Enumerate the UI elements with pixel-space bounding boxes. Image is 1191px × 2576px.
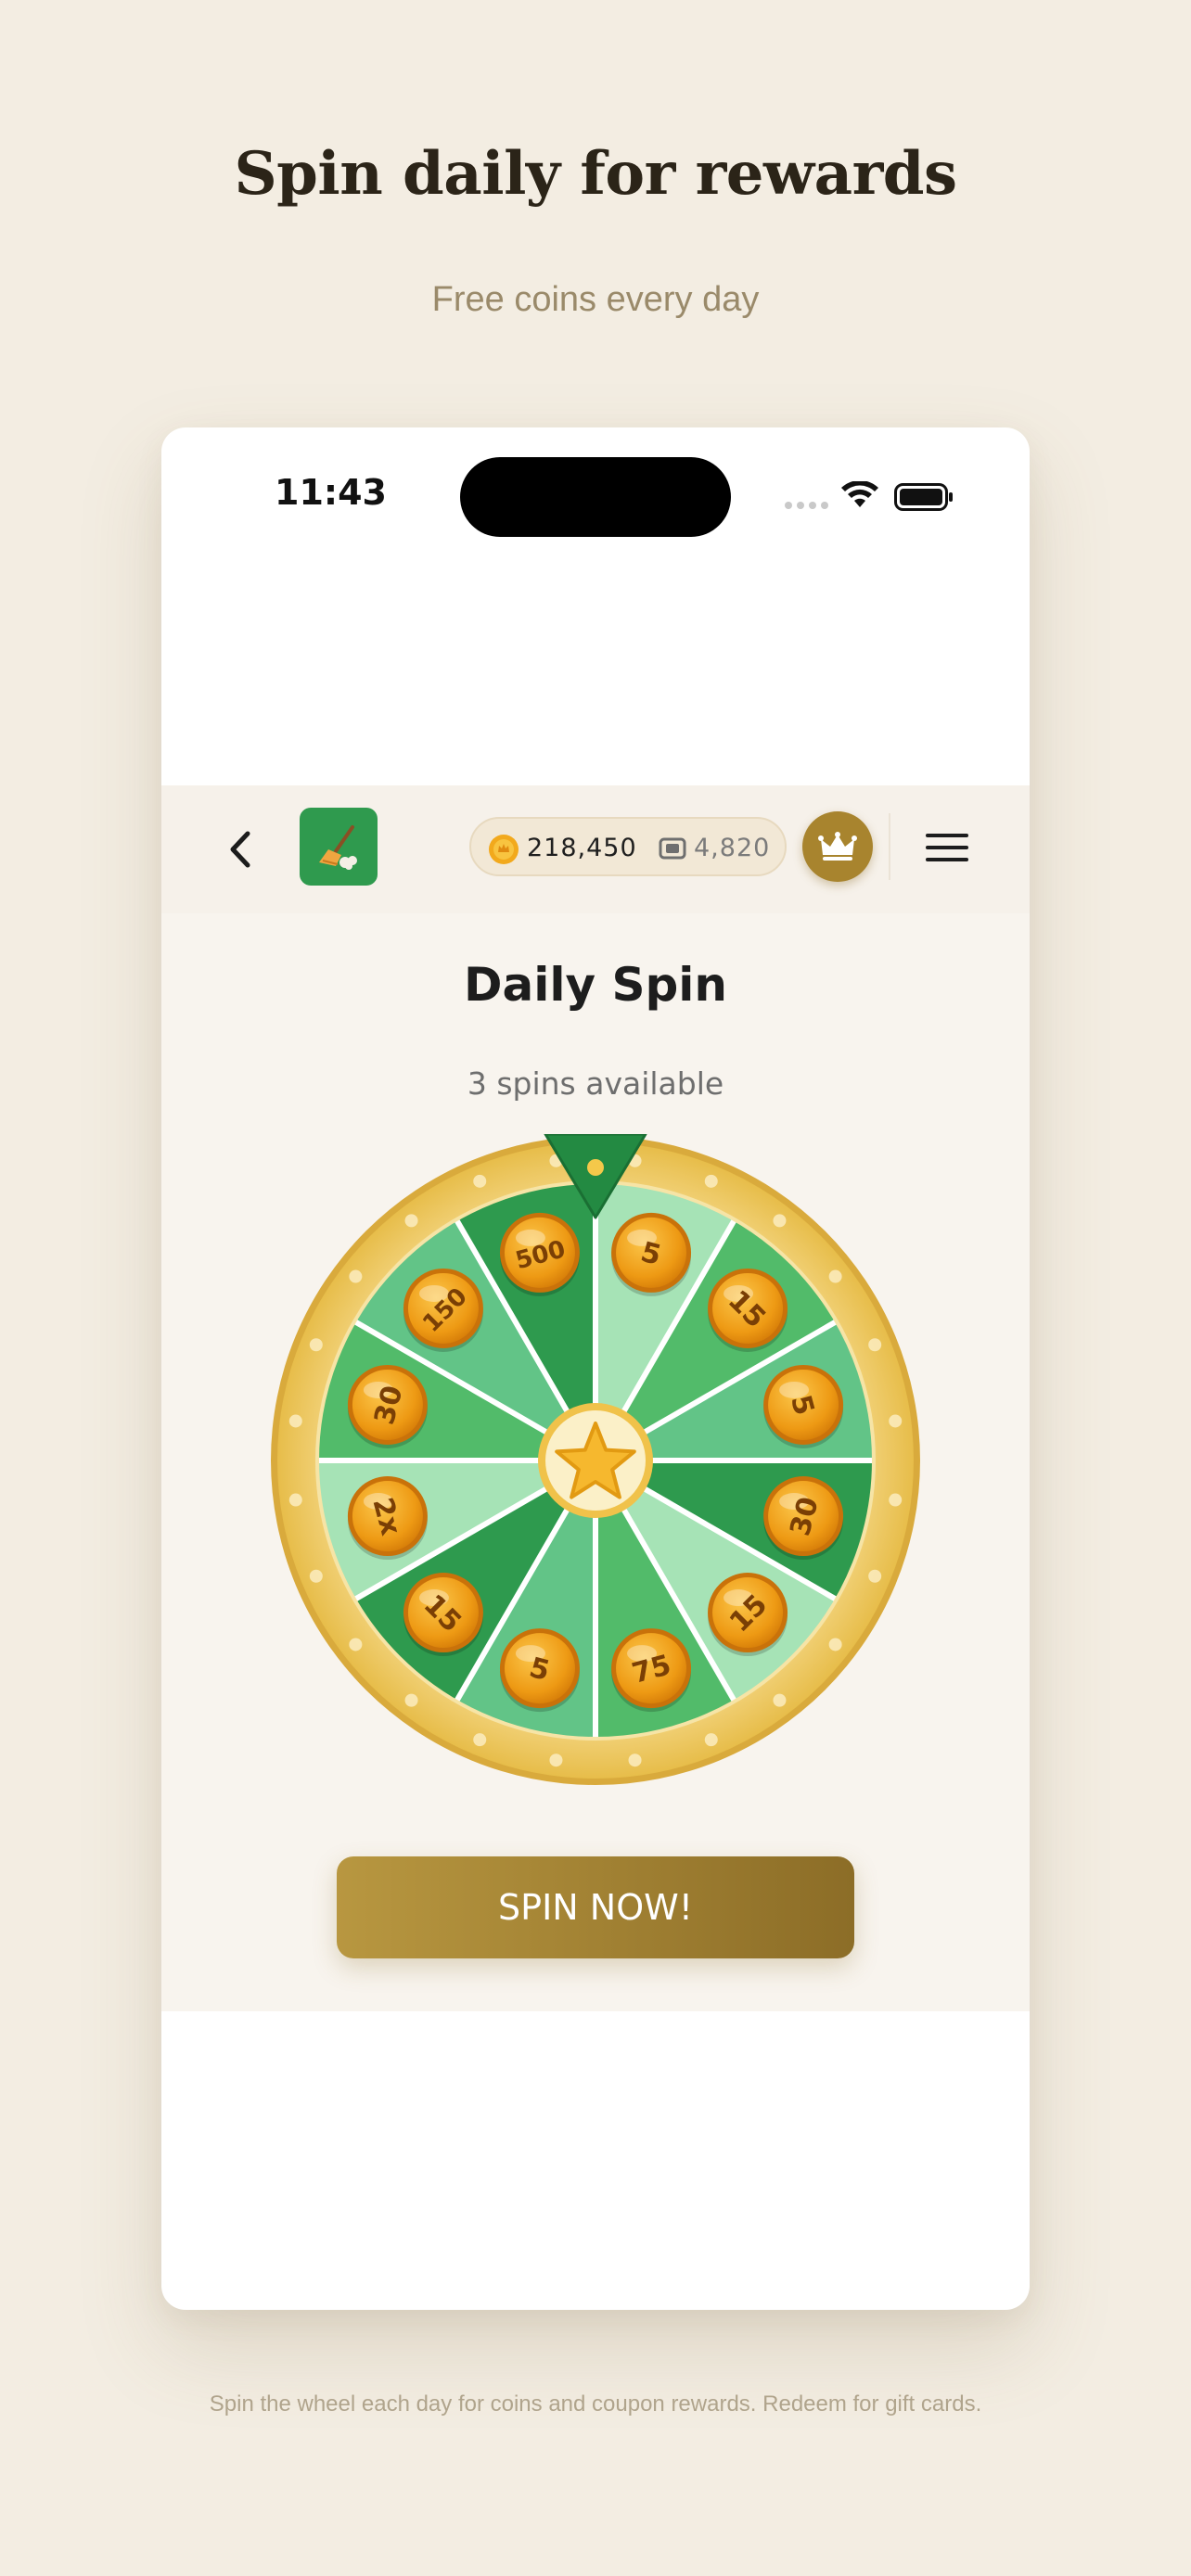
- battery-icon: [894, 483, 953, 511]
- status-time: 11:43: [275, 472, 387, 513]
- rim-light: [349, 1638, 363, 1651]
- balance-pill[interactable]: 218,450 4,820: [469, 817, 787, 876]
- rim-light: [889, 1414, 903, 1428]
- rim-light: [288, 1493, 302, 1507]
- rim-light: [773, 1693, 787, 1707]
- rim-light: [288, 1414, 302, 1428]
- prize-coin: 15: [708, 1268, 788, 1352]
- coin-balance: 218,450: [527, 834, 637, 862]
- top-navbar: 218,450 4,820: [161, 785, 1030, 913]
- phone-frame: 11:43 218,450 4,820 Daily Spin 3 spins a…: [161, 427, 1030, 2310]
- prize-wheel[interactable]: 51553015755152x30150500: [269, 1134, 922, 1787]
- rim-light: [404, 1214, 418, 1228]
- rim-light: [828, 1638, 842, 1651]
- dynamic-island: [460, 457, 731, 537]
- rim-light: [473, 1174, 487, 1188]
- rim-light: [868, 1569, 882, 1583]
- daily-spin-screen: 218,450 4,820 Daily Spin 3 spins availab…: [161, 785, 1030, 2011]
- prize-coin: 500: [499, 1212, 580, 1296]
- nav-divider: [889, 813, 890, 880]
- wifi-icon: [841, 481, 878, 507]
- premium-button[interactable]: [802, 811, 873, 882]
- prize-coin: 30: [347, 1364, 428, 1448]
- rim-light: [473, 1733, 487, 1747]
- page-headline: Spin daily for rewards: [234, 139, 957, 209]
- broom-app-icon[interactable]: [300, 808, 378, 886]
- rim-light: [889, 1493, 903, 1507]
- prize-coin: 150: [403, 1268, 483, 1352]
- prize-coin: 5: [499, 1628, 580, 1713]
- ticket-balance: 4,820: [694, 834, 771, 862]
- prize-coin: 5: [611, 1212, 692, 1296]
- rim-light: [309, 1569, 323, 1583]
- footer-note: Spin the wheel each day for coins and co…: [209, 2391, 982, 2417]
- ticket-icon: [659, 837, 686, 860]
- page-subheadline: Free coins every day: [431, 280, 760, 319]
- prize-coin: 5: [763, 1364, 844, 1448]
- chevron-left-icon[interactable]: [219, 826, 265, 873]
- spin-now-button[interactable]: SPIN NOW!: [337, 1856, 854, 1958]
- prize-coin: 15: [708, 1573, 788, 1657]
- rim-light: [404, 1693, 418, 1707]
- signal-icon: [785, 502, 828, 509]
- prize-coin: 2x: [347, 1476, 428, 1561]
- prize-coin: 30: [763, 1476, 844, 1561]
- prize-coin: 15: [403, 1573, 483, 1657]
- coin-icon: [489, 835, 519, 864]
- pointer-pin: [587, 1159, 604, 1176]
- rim-light: [704, 1733, 718, 1747]
- rim-light: [628, 1753, 642, 1767]
- prize-coin: 75: [611, 1628, 692, 1713]
- rim-light: [828, 1269, 842, 1283]
- rim-light: [868, 1338, 882, 1352]
- screen-title: Daily Spin: [463, 958, 728, 1012]
- hamburger-menu-icon[interactable]: [924, 826, 970, 869]
- rim-light: [773, 1214, 787, 1228]
- rim-light: [549, 1753, 563, 1767]
- crown-icon: [818, 832, 857, 861]
- broom-icon: [319, 825, 357, 870]
- spins-available: 3 spins available: [467, 1065, 724, 1102]
- rim-light: [349, 1269, 363, 1283]
- rim-light: [704, 1174, 718, 1188]
- rim-light: [309, 1338, 323, 1352]
